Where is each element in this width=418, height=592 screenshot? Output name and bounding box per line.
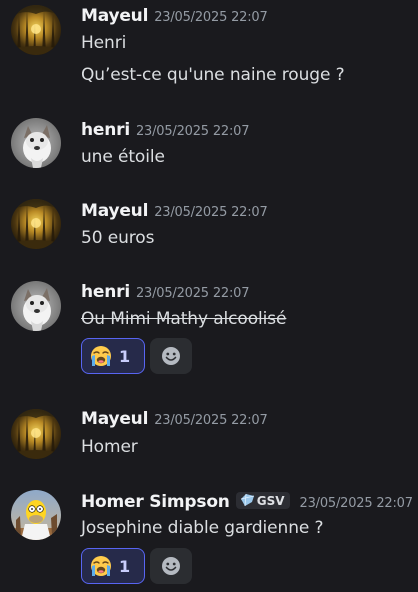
add-reaction-button[interactable] [150,548,192,584]
message-header: Mayeul 23/05/2025 22:07 [81,6,268,26]
loudly-crying-face-icon [90,345,112,367]
message-header: Mayeul 23/05/2025 22:07 [81,201,268,221]
reaction-count: 1 [119,346,131,366]
reaction-bar: 1 [81,548,192,584]
reaction-button[interactable]: 1 [81,548,145,584]
message-text: Josephine diable gardienne ? [81,518,324,538]
timestamp: 23/05/2025 22:07 [135,286,250,301]
message-text: une étoile [81,147,165,167]
message-header: henri 23/05/2025 22:07 [81,120,249,140]
author-name[interactable]: Mayeul [81,409,148,429]
timestamp: 23/05/2025 22:07 [154,413,268,428]
reaction-bar: 1 [81,338,192,374]
homer-avatar[interactable] [11,490,61,540]
forest-avatar[interactable] [11,199,61,249]
message-text-strikethrough: Ou Mimi Mathy alcoolisé [81,309,287,329]
smiley-face-icon [161,556,181,576]
reaction-button[interactable]: 1 [81,338,145,374]
message-text: 50 euros [81,228,155,248]
message-header: Homer Simpson GSV 23/05/2025 22:07 [81,492,413,512]
forest-avatar[interactable] [11,409,61,459]
forest-avatar[interactable] [11,5,61,55]
message-header: Mayeul 23/05/2025 22:07 [81,409,268,429]
dog-avatar[interactable] [11,281,61,331]
message-list: Mayeul 23/05/2025 22:07 Henri Qu’est-ce q… [0,0,418,592]
author-name[interactable]: Mayeul [81,201,148,221]
add-reaction-button[interactable] [150,338,192,374]
dog-avatar[interactable] [11,118,61,168]
message-text: Qu’est-ce qu'une naine rouge ? [81,65,345,85]
author-name[interactable]: henri [81,120,130,140]
blue-gem-icon [240,493,254,507]
server-tag-label: GSV [256,494,285,508]
author-name[interactable]: Homer Simpson [81,492,230,512]
message-text: Henri [81,33,127,53]
timestamp: 23/05/2025 22:07 [154,205,268,220]
smiley-face-icon [161,346,181,366]
author-name[interactable]: Mayeul [81,6,148,26]
server-tag[interactable]: GSV [235,492,290,509]
reaction-count: 1 [119,556,131,576]
timestamp: 23/05/2025 22:07 [154,10,268,25]
message-header: henri 23/05/2025 22:07 [81,282,249,302]
loudly-crying-face-icon [90,555,112,577]
message-text: Homer [81,437,138,457]
timestamp: 23/05/2025 22:07 [299,496,414,511]
author-name[interactable]: henri [81,282,130,302]
timestamp: 23/05/2025 22:07 [135,124,250,139]
